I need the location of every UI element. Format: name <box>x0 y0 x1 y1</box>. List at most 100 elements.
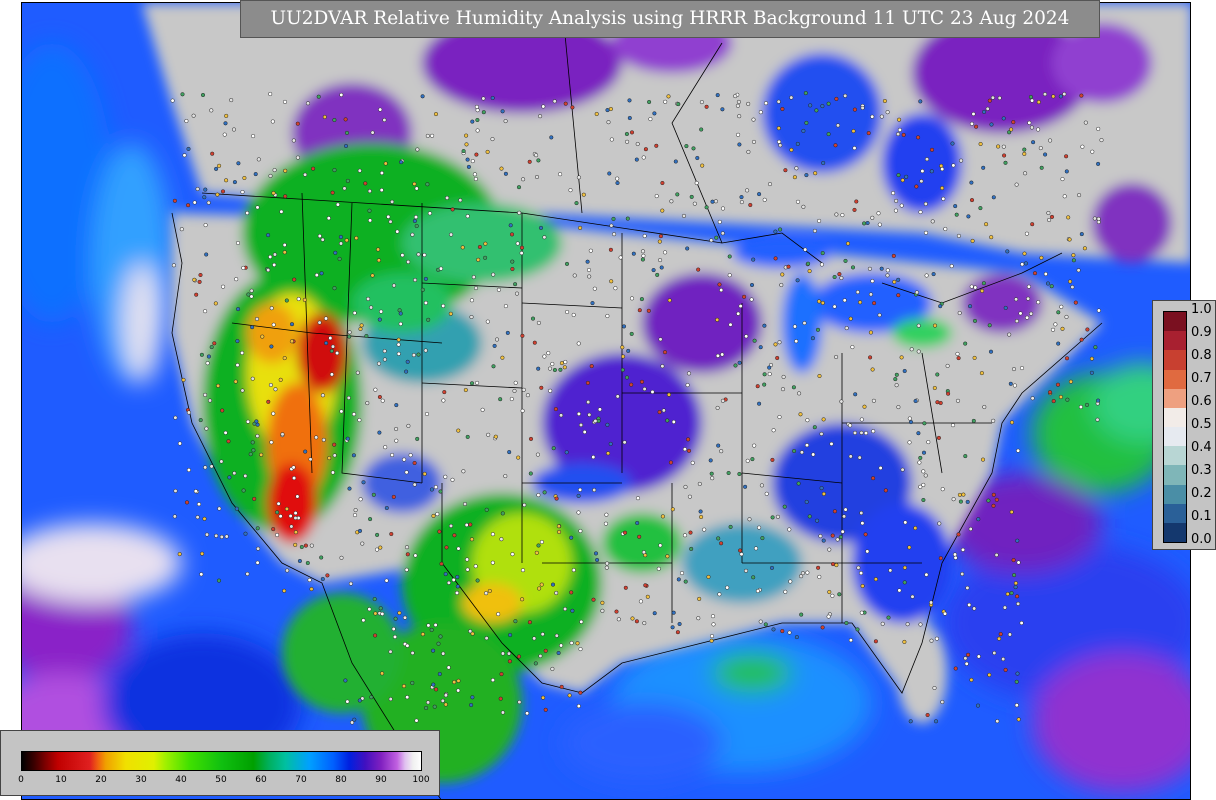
station-marker <box>1043 271 1048 277</box>
rh-colorbar <box>1163 311 1187 543</box>
station-marker <box>949 264 954 269</box>
station-marker <box>635 496 641 501</box>
station-marker <box>717 282 722 287</box>
station-marker <box>1066 215 1071 220</box>
station-marker <box>1020 262 1025 267</box>
station-marker <box>806 261 811 266</box>
station-marker <box>538 225 544 230</box>
station-marker <box>202 195 207 200</box>
humidity-percent-tick-label: 90 <box>375 775 387 785</box>
station-marker <box>758 345 763 350</box>
station-marker <box>725 585 730 590</box>
station-marker <box>940 699 945 705</box>
station-marker <box>715 405 720 410</box>
station-marker <box>521 177 526 182</box>
map-panel[interactable] <box>21 2 1191 800</box>
station-marker <box>638 599 643 604</box>
station-marker <box>696 267 701 272</box>
station-marker <box>709 471 714 476</box>
station-marker <box>715 317 720 322</box>
station-marker <box>538 653 543 659</box>
station-marker <box>818 534 823 539</box>
station-marker <box>675 192 680 197</box>
station-marker <box>832 274 837 280</box>
station-marker <box>469 702 474 708</box>
station-marker <box>358 497 363 502</box>
station-marker <box>339 555 344 560</box>
station-marker <box>954 212 959 217</box>
station-marker <box>256 546 261 551</box>
station-marker <box>405 695 410 700</box>
station-marker <box>204 252 209 257</box>
station-marker <box>879 266 884 271</box>
station-marker <box>728 322 733 327</box>
station-marker <box>355 370 360 375</box>
station-marker <box>710 614 716 619</box>
station-marker <box>921 450 927 455</box>
station-marker <box>474 104 479 109</box>
station-marker <box>777 414 782 420</box>
station-marker <box>904 174 909 179</box>
station-marker <box>709 634 715 639</box>
station-marker <box>830 533 835 538</box>
station-marker <box>491 272 496 277</box>
station-marker <box>305 560 310 566</box>
station-marker <box>536 158 541 163</box>
station-marker <box>589 364 594 369</box>
station-marker <box>720 352 725 357</box>
station-marker <box>607 171 612 176</box>
station-marker <box>213 301 218 306</box>
station-marker <box>192 277 197 282</box>
station-marker <box>850 265 856 270</box>
station-marker <box>433 485 438 490</box>
station-marker <box>984 222 989 227</box>
station-marker <box>921 469 926 474</box>
station-marker <box>268 91 273 97</box>
station-marker <box>820 251 825 256</box>
station-marker <box>719 449 724 454</box>
station-marker <box>500 651 505 656</box>
station-marker <box>670 625 675 630</box>
station-marker <box>458 198 463 203</box>
station-marker <box>552 99 557 104</box>
station-marker <box>325 573 330 578</box>
station-marker <box>971 111 976 117</box>
station-marker <box>1096 219 1101 225</box>
station-marker <box>556 650 561 656</box>
station-marker <box>206 354 211 359</box>
station-marker <box>520 568 526 573</box>
station-marker <box>597 407 602 412</box>
station-marker <box>450 207 455 212</box>
station-marker <box>576 510 581 515</box>
station-marker <box>481 110 486 115</box>
station-marker <box>1007 632 1012 637</box>
station-marker <box>363 181 368 186</box>
station-marker <box>805 418 810 423</box>
station-marker <box>852 207 857 212</box>
station-marker <box>938 556 943 561</box>
station-marker <box>605 561 610 566</box>
station-marker <box>1059 304 1064 309</box>
station-marker <box>249 294 254 299</box>
station-marker <box>567 693 572 698</box>
station-marker <box>1019 366 1025 371</box>
station-marker <box>646 308 651 313</box>
station-marker <box>951 163 956 168</box>
station-marker <box>585 259 590 264</box>
rh-colorbar-swatch <box>1164 484 1186 505</box>
station-marker <box>639 297 644 302</box>
station-marker <box>951 497 956 502</box>
station-marker <box>493 434 498 439</box>
station-marker <box>627 115 632 121</box>
station-marker <box>755 588 760 594</box>
station-marker <box>485 319 490 324</box>
station-marker <box>1080 144 1085 149</box>
station-marker <box>243 531 248 536</box>
station-marker <box>348 581 353 586</box>
station-marker <box>317 233 322 239</box>
humidity-percent-tick-label: 50 <box>215 775 227 785</box>
station-marker <box>309 587 314 592</box>
station-marker <box>500 511 505 516</box>
station-marker <box>960 547 966 552</box>
station-marker <box>850 345 855 350</box>
